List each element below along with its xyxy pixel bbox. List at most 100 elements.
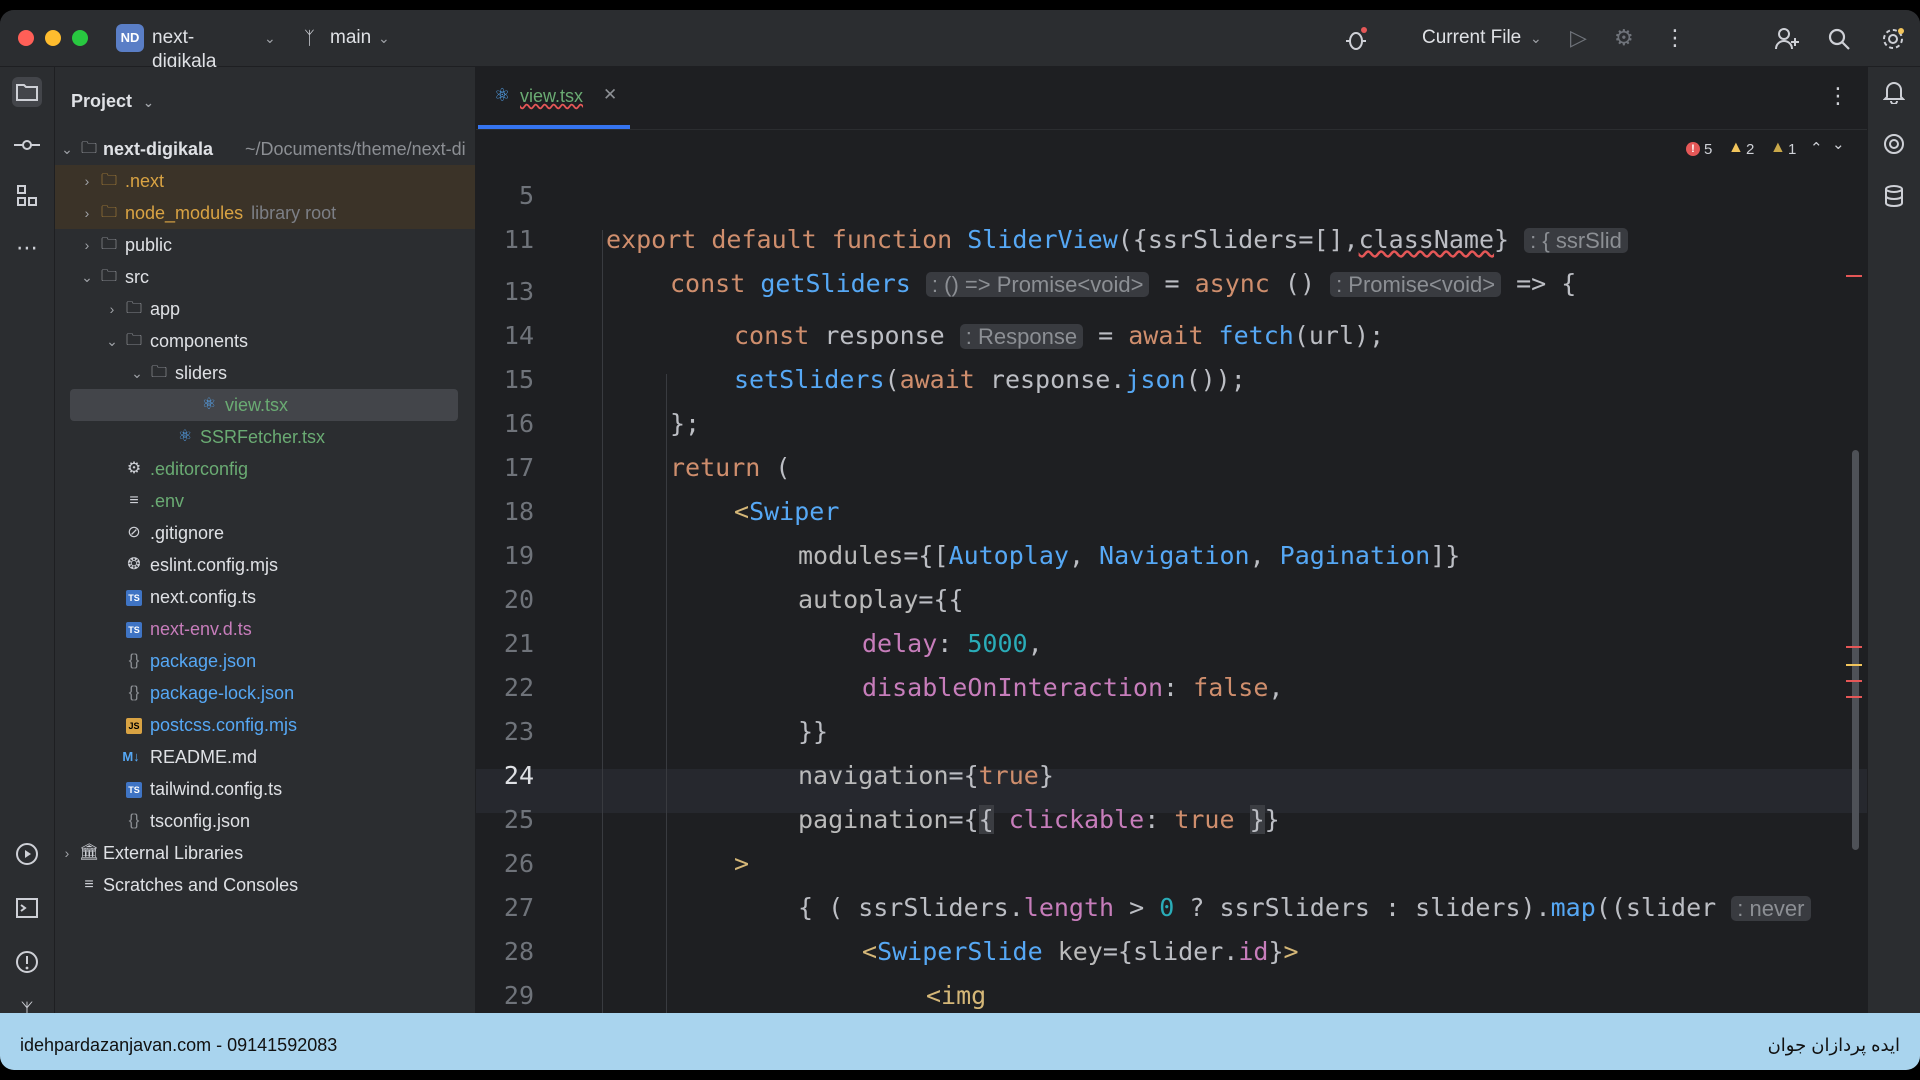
typescript-file-icon: TS — [124, 773, 144, 805]
maximize-window-button[interactable] — [72, 30, 88, 46]
tree-label: tsconfig.json — [150, 811, 251, 831]
typescript-file-icon: TS — [124, 613, 144, 645]
more-vertical-icon[interactable]: ⋮ — [1664, 26, 1686, 50]
settings-gear-icon[interactable] — [1880, 26, 1906, 57]
tree-item-next[interactable]: › 🗀 .next — [55, 165, 475, 197]
folder-icon: 🗀 — [100, 204, 117, 221]
tab-view-tsx[interactable]: ⚛ view.tsx ✕ — [478, 67, 630, 129]
weak-warning-count: 1 — [1788, 141, 1797, 158]
tree-label: README.md — [150, 747, 258, 767]
tree-item-src[interactable]: ⌄ 🗀 src — [55, 261, 475, 293]
add-user-icon[interactable] — [1774, 26, 1800, 57]
tree-item-next-config[interactable]: TS next.config.ts — [55, 581, 475, 613]
more-vertical-icon[interactable]: ⋮ — [1827, 83, 1849, 109]
project-panel-header[interactable]: Project ⌄ — [71, 91, 154, 112]
inspections-widget[interactable]: ! 5 ▲ 2 ▲ 1 ⌃ ⌄ — [1686, 136, 1856, 163]
tree-item-postcss[interactable]: JS postcss.config.mjs — [55, 709, 475, 741]
tree-item-sliders[interactable]: ⌄ 🗀 sliders — [55, 357, 475, 389]
branch-name: main — [330, 27, 372, 48]
tree-item-external-libraries[interactable]: › 🏛 External Libraries — [55, 837, 475, 869]
tree-item-ssrfetcher[interactable]: ⚛ SSRFetcher.tsx — [55, 421, 475, 453]
more-horizontal-icon[interactable]: ⋯ — [12, 233, 42, 263]
tree-item-components[interactable]: ⌄ 🗀 components — [55, 325, 475, 357]
terminal-icon[interactable] — [12, 893, 42, 923]
tree-label: next.config.ts — [150, 587, 257, 607]
tree-root-next-digikala[interactable]: ⌄ 🗀 next-digikala ~/Documents/theme/next… — [55, 133, 475, 165]
chevron-right-icon: › — [84, 237, 90, 253]
ide-window: ND next-digikala ⌄ ᛉ main ⌄ Current File… — [0, 10, 1920, 1070]
json-icon: {} — [128, 652, 140, 669]
debug-bug-icon[interactable] — [1343, 26, 1369, 57]
chevron-down-icon: ⌄ — [1530, 30, 1542, 46]
react-file-icon: ⚛ — [201, 396, 217, 413]
debug-icon[interactable]: ⚙ — [1614, 26, 1634, 50]
tree-label: .gitignore — [150, 523, 225, 543]
tree-label: SSRFetcher.tsx — [200, 427, 326, 447]
tree-item-public[interactable]: › 🗀 public — [55, 229, 475, 261]
folder-icon: 🗀 — [150, 364, 167, 381]
tree-label: Scratches and Consoles — [103, 875, 299, 895]
structure-icon[interactable] — [12, 181, 42, 211]
tree-root-path: ~/Documents/theme/next-di — [245, 139, 466, 159]
javascript-file-icon: JS — [124, 709, 144, 741]
code-line: 18 modules={[Autoplay, Navigation, Pagin… — [476, 446, 1867, 570]
tree-item-view-tsx[interactable]: ⚛ view.tsx — [55, 389, 475, 421]
tree-item-package-lock[interactable]: {} package-lock.json — [55, 677, 475, 709]
editor-tabs: ⚛ view.tsx ✕ ⋮ — [476, 67, 1867, 130]
commit-icon[interactable] — [12, 129, 42, 159]
chevron-down-icon: ⌄ — [81, 269, 93, 285]
banner-brand: ایده پردازان جوان — [1767, 1035, 1900, 1055]
code-editor: ⚛ view.tsx ✕ ⋮ ! 5 ▲ 2 ▲ 1 ⌃ ⌄ 5 export … — [476, 67, 1867, 1070]
search-icon[interactable] — [1826, 26, 1852, 57]
ai-assistant-icon[interactable] — [1879, 129, 1909, 159]
tree-item-tsconfig[interactable]: {} tsconfig.json — [55, 805, 475, 837]
weak-warning-icon: ▲ — [1770, 139, 1786, 156]
tree-item-gitignore[interactable]: ⊘ .gitignore — [55, 517, 475, 549]
code-line: 14 setSliders(await response.json()); — [476, 270, 1867, 394]
notifications-bell-icon[interactable] — [1879, 77, 1909, 107]
code-area[interactable]: 5 export default function SliderView({ss… — [476, 130, 1867, 1070]
code-line: 25 > — [476, 754, 1867, 878]
services-run-icon[interactable] — [12, 839, 42, 869]
chevron-down-icon: ⌄ — [106, 333, 118, 349]
tree-item-app[interactable]: › 🗀 app — [55, 293, 475, 325]
code-line: 15 }; — [476, 314, 1867, 438]
database-icon[interactable] — [1879, 181, 1909, 211]
chevron-right-icon: › — [84, 205, 90, 221]
code-line: 20 delay: 5000, — [476, 534, 1867, 658]
tree-item-env[interactable]: ≡ .env — [55, 485, 475, 517]
minimize-window-button[interactable] — [45, 30, 61, 46]
tree-label: node_modules library root — [125, 203, 337, 223]
gear-icon: ⚙ — [126, 460, 142, 477]
tree-item-node-modules[interactable]: › 🗀 node_modules library root — [55, 197, 475, 229]
folder-icon: 🗀 — [80, 140, 97, 157]
close-window-button[interactable] — [18, 30, 34, 46]
markdown-icon: M↓ — [122, 749, 140, 764]
tree-item-readme[interactable]: M↓ README.md — [55, 741, 475, 773]
tree-item-tailwind[interactable]: TS tailwind.config.ts — [55, 773, 475, 805]
problems-icon[interactable] — [12, 947, 42, 977]
run-icon[interactable]: ▷ — [1570, 26, 1587, 50]
chevron-up-icon[interactable]: ⌃ — [1810, 139, 1823, 157]
branch-switcher[interactable]: ᛉ main ⌄ — [304, 24, 404, 52]
code-line: 26 { ( ssrSliders.length > 0 ? ssrSlider… — [476, 798, 1867, 922]
chevron-down-icon[interactable]: ⌄ — [1832, 135, 1845, 153]
code-line: 11 const getSliders : () => Promise<void… — [476, 174, 1867, 298]
library-root-hint: library root — [251, 203, 337, 223]
tree-label: .next — [125, 171, 165, 191]
editor-scrollbar[interactable] — [1852, 450, 1859, 850]
ignore-icon: ⊘ — [127, 524, 141, 541]
tree-item-eslint[interactable]: ❂ eslint.config.mjs — [55, 549, 475, 581]
tree-item-editorconfig[interactable]: ⚙ .editorconfig — [55, 453, 475, 485]
project-folder-icon[interactable] — [12, 77, 42, 107]
run-config-selector[interactable]: Current File ⌄ — [1422, 24, 1548, 52]
tree-label: src — [125, 267, 149, 287]
chevron-right-icon: › — [64, 845, 70, 861]
tree-label: package-lock.json — [150, 683, 295, 703]
tree-label: public — [125, 235, 173, 255]
tree-item-package-json[interactable]: {} package.json — [55, 645, 475, 677]
close-tab-icon[interactable]: ✕ — [603, 85, 617, 105]
tree-item-scratches[interactable]: ≡ Scratches and Consoles — [55, 869, 475, 901]
folder-icon: 🗀 — [100, 172, 117, 189]
tree-item-next-env[interactable]: TS next-env.d.ts — [55, 613, 475, 645]
